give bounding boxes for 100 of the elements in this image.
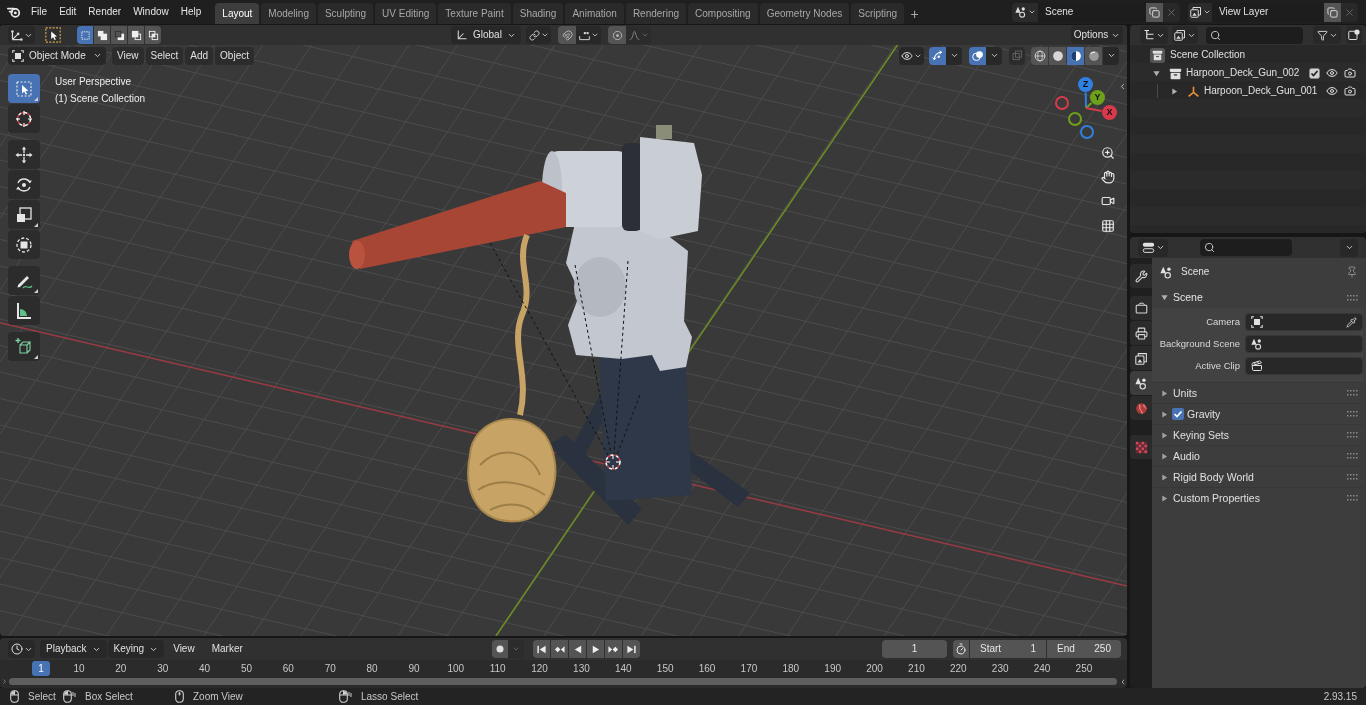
sidebar-toggle-icon[interactable] [1119, 677, 1127, 686]
preview-range-button[interactable] [953, 640, 969, 658]
editor-type-button[interactable] [8, 26, 35, 44]
properties-tab[interactable] [1130, 321, 1152, 345]
tool-button[interactable] [8, 266, 40, 295]
eye-icon[interactable] [1326, 85, 1338, 97]
panel-title[interactable]: Units [1173, 387, 1197, 399]
axis-button[interactable]: Y [1090, 90, 1105, 105]
orientation-dropdown[interactable]: Global [451, 26, 521, 44]
camera-icon[interactable] [1344, 67, 1356, 79]
scene-browse-button[interactable] [1012, 2, 1038, 22]
triangle-right-icon[interactable] [1171, 87, 1178, 95]
triangle-right-icon[interactable] [1161, 473, 1168, 481]
properties-tab[interactable] [1130, 396, 1152, 420]
negative-axis-icon[interactable] [1080, 125, 1094, 139]
axis-button[interactable]: X [1102, 105, 1117, 120]
panel-title[interactable]: Custom Properties [1173, 492, 1260, 504]
tool-button[interactable] [8, 74, 40, 103]
pivot-button[interactable] [526, 26, 551, 44]
menu-item[interactable]: Help [174, 2, 208, 22]
select-mode-button[interactable] [145, 26, 161, 44]
panel-title[interactable]: Gravity [1187, 408, 1221, 420]
sidebar-toggle-icon[interactable] [1118, 82, 1127, 91]
options-dropdown[interactable]: Options [1071, 26, 1123, 44]
header-menu[interactable]: Add [185, 46, 214, 65]
tool-button[interactable] [8, 230, 40, 259]
camera-icon[interactable] [1344, 85, 1356, 97]
header-menu[interactable]: Marker [203, 640, 251, 658]
header-dropdown[interactable]: Keying [107, 640, 165, 658]
properties-tab[interactable] [1130, 296, 1152, 320]
logo-icon[interactable] [7, 5, 21, 19]
playback-button[interactable] [533, 640, 551, 658]
timeline-scrollbar[interactable] [9, 678, 1117, 685]
falloff-button[interactable] [626, 26, 651, 44]
end-frame-field[interactable]: End 250 [1047, 640, 1121, 658]
filter-button[interactable] [1313, 26, 1341, 44]
properties-tab[interactable] [1130, 371, 1152, 395]
workspace-tab[interactable]: Layout [215, 3, 260, 24]
proportional-edit-button[interactable] [608, 26, 626, 44]
pin-icon[interactable] [1346, 266, 1358, 278]
panel-title[interactable]: Rigid Body World [1173, 471, 1254, 483]
outliner-item-label[interactable]: Scene Collection [1170, 50, 1246, 60]
snap-target-button[interactable] [576, 26, 601, 44]
negative-axis-icon[interactable] [1068, 112, 1082, 126]
header-dropdown[interactable]: Playback [40, 640, 107, 658]
outliner-item-label[interactable]: Harpoon_Deck_Gun_001 [1204, 86, 1318, 96]
xray-toggle-button[interactable] [1009, 46, 1025, 65]
checkbox[interactable] [1172, 408, 1184, 420]
select-mode-button[interactable] [94, 26, 110, 44]
workspace-tab[interactable]: Scripting [851, 3, 905, 24]
header-menu[interactable]: Object [215, 46, 254, 65]
workspace-tab[interactable]: Compositing [688, 3, 758, 24]
properties-tab[interactable] [1130, 264, 1152, 288]
datablock-field[interactable] [1245, 313, 1363, 331]
checkbox[interactable] [1309, 67, 1320, 79]
workspace-tab[interactable]: Sculpting [317, 3, 374, 24]
view-layer-browse-button[interactable] [1188, 2, 1212, 22]
display-mode-button[interactable] [1140, 26, 1168, 44]
axis-button[interactable]: Z [1078, 77, 1093, 92]
triangle-right-icon[interactable] [1161, 431, 1168, 439]
header-menu[interactable]: View [165, 640, 203, 658]
triangle-right-icon[interactable] [1161, 389, 1168, 397]
editor-type-button[interactable] [1138, 238, 1168, 257]
workspace-tab[interactable]: Rendering [625, 3, 687, 24]
menu-item[interactable]: Edit [53, 2, 83, 22]
outliner-item-label[interactable]: Harpoon_Deck_Gun_002 [1186, 68, 1300, 78]
playback-button[interactable] [623, 640, 641, 658]
tool-button[interactable] [8, 332, 40, 361]
header-menu[interactable]: View [112, 46, 144, 65]
tool-button[interactable] [8, 104, 40, 133]
triangle-right-icon[interactable] [1161, 494, 1168, 502]
tool-button[interactable] [8, 296, 40, 325]
current-frame-field[interactable]: 1 [882, 640, 947, 658]
auto-keying-button[interactable] [492, 640, 509, 658]
view-layer-filter-button[interactable] [1172, 26, 1198, 44]
selectability-button[interactable] [899, 46, 924, 65]
negative-axis-icon[interactable] [1055, 96, 1069, 110]
playback-button[interactable] [569, 640, 587, 658]
tool-button[interactable] [8, 170, 40, 199]
triangle-right-icon[interactable] [1161, 410, 1168, 418]
duplicate-button[interactable] [1324, 2, 1341, 22]
triangle-right-icon[interactable] [1161, 452, 1168, 460]
gizmo-toggle-button[interactable] [929, 46, 946, 65]
playback-button[interactable] [587, 640, 605, 658]
workspace-tab[interactable]: Geometry Nodes [759, 3, 850, 24]
duplicate-button[interactable] [1146, 2, 1163, 22]
shading-mode-button[interactable] [1049, 46, 1066, 65]
select-mode-button[interactable] [128, 26, 144, 44]
panel-title[interactable]: Audio [1173, 450, 1200, 462]
workspace-tab[interactable]: Modeling [261, 3, 316, 24]
datablock-field[interactable] [1245, 357, 1363, 375]
add-workspace-button[interactable]: + [906, 3, 924, 24]
menu-item[interactable]: Render [82, 2, 128, 22]
new-collection-button[interactable] [1346, 26, 1362, 44]
start-frame-field[interactable]: Start 1 [970, 640, 1046, 658]
eye-icon[interactable] [1326, 67, 1338, 79]
shading-mode-button[interactable] [1031, 46, 1048, 65]
triangle-down-icon[interactable] [1153, 69, 1160, 77]
workspace-tab[interactable]: Texture Paint [438, 3, 511, 24]
datablock-field[interactable] [1245, 335, 1363, 353]
